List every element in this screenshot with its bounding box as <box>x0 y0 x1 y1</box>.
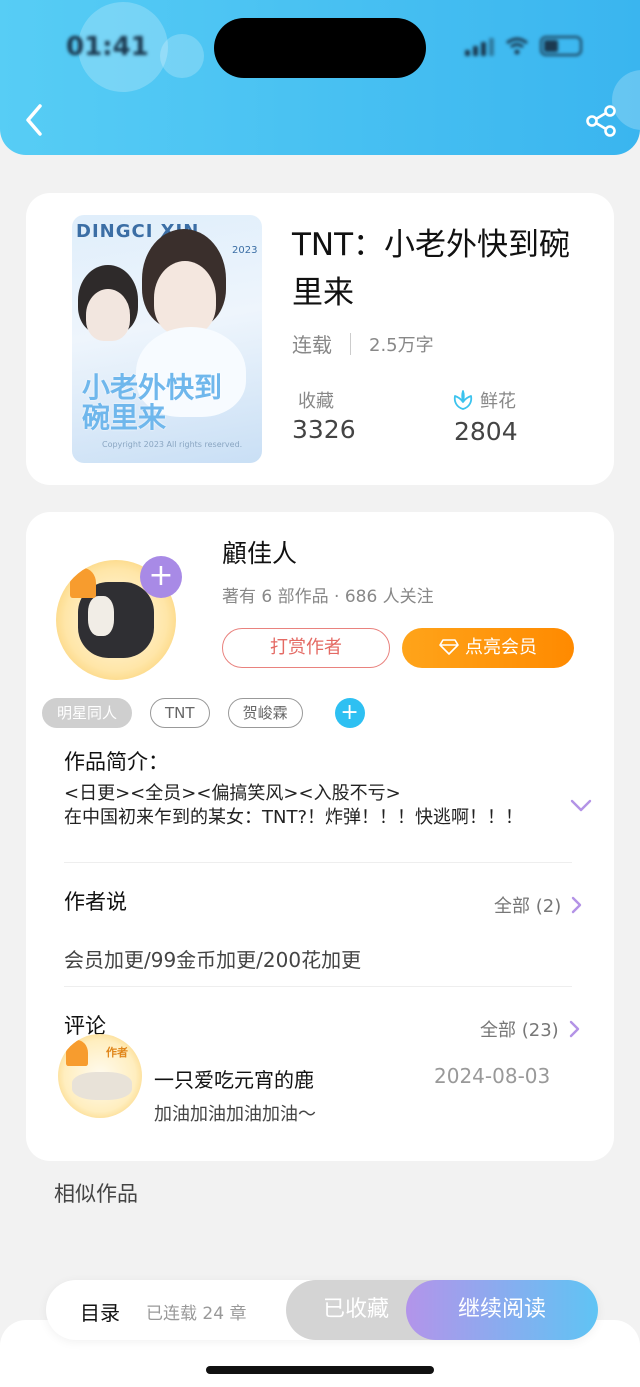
similar-works-title: 相似作品 <box>54 1182 138 1206</box>
comment-user: 一只爱吃元宵的鹿 <box>154 1068 314 1092</box>
author-says-all-label: 全部 (2) <box>494 896 562 917</box>
favorites-value: 3326 <box>292 415 356 444</box>
back-icon[interactable] <box>20 100 50 140</box>
follow-author-button[interactable]: + <box>140 556 182 598</box>
home-indicator <box>206 1366 434 1374</box>
intro-title: 作品简介： <box>64 750 169 774</box>
avatar-figure <box>88 596 114 636</box>
bottom-action-bar: 目录 已连载 24 章 已收藏 继续阅读 <box>46 1280 598 1340</box>
cover-copyright: Copyright 2023 All rights reserved. <box>102 440 243 449</box>
vip-button-label: 点亮会员 <box>465 637 537 658</box>
author-badge: 作者 <box>106 1046 128 1059</box>
tag-item[interactable]: TNT <box>150 698 210 728</box>
cover-year: 2023 <box>232 245 258 256</box>
author-says-all-link[interactable]: 全部 (2) <box>494 892 582 918</box>
book-word-count: 2.5万字 <box>369 334 434 356</box>
diamond-icon <box>439 639 459 655</box>
comment-text: 加油加油加油加油～ <box>154 1104 316 1125</box>
comments-all-label: 全部 (23) <box>480 1020 559 1041</box>
chevron-right-icon <box>572 896 582 914</box>
share-icon[interactable] <box>584 104 618 138</box>
tag-item[interactable]: 明星同人 <box>42 698 133 728</box>
divider <box>350 332 351 355</box>
wifi-icon <box>506 37 528 55</box>
avatar-decor <box>66 1040 88 1066</box>
flowers-label: 鲜花 <box>480 391 516 412</box>
chapter-count: 已连载 24 章 <box>146 1304 247 1324</box>
toc-button[interactable]: 目录 <box>80 1297 120 1326</box>
book-meta: 连载 2.5万字 <box>292 329 434 358</box>
vip-button[interactable]: 点亮会员 <box>402 628 574 668</box>
book-status: 连载 <box>292 333 332 357</box>
comment-date: 2024-08-03 <box>434 1064 551 1088</box>
status-icons <box>465 36 582 56</box>
battery-icon <box>540 36 582 56</box>
avatar-figure <box>72 1072 132 1100</box>
book-info-card: DINGCI XIN 2023 小老外快到碗里来 Copyright 2023 … <box>26 193 614 485</box>
author-info: 著有 6 部作品 · 686 人关注 <box>222 587 434 607</box>
flower-icon <box>453 390 473 410</box>
decor-bubble <box>160 34 204 78</box>
continue-reading-button[interactable]: 继续阅读 <box>406 1280 598 1340</box>
comments-all-link[interactable]: 全部 (23) <box>480 1016 580 1042</box>
favorites-label: 收藏 <box>298 391 334 412</box>
author-detail-card: + 顧佳人 著有 6 部作品 · 686 人关注 打赏作者 点亮会员 明星同人 … <box>26 512 614 1161</box>
author-says-text: 会员加更/99金币加更/200花加更 <box>64 948 362 972</box>
tag-list: 明星同人 TNT 贺峻霖 + <box>42 698 365 728</box>
intro-text: <日更><全员><偏搞笑风><入股不亏> 在中国初来乍到的某女：TNT?！炸弹！… <box>64 783 524 828</box>
book-title: TNT：小老外快到碗里来 <box>292 227 571 311</box>
header: 01:41 <box>0 0 640 155</box>
signal-icon <box>465 36 494 56</box>
divider <box>64 986 572 987</box>
commenter-avatar[interactable]: 作者 <box>58 1034 142 1118</box>
book-cover[interactable]: DINGCI XIN 2023 小老外快到碗里来 Copyright 2023 … <box>72 215 262 463</box>
dynamic-island <box>214 18 426 78</box>
flowers-value: 2804 <box>454 417 518 446</box>
tag-item[interactable]: 贺峻霖 <box>227 698 303 728</box>
avatar-decor <box>70 568 96 598</box>
reward-author-button[interactable]: 打赏作者 <box>222 628 390 668</box>
cover-title: 小老外快到碗里来 <box>82 371 223 434</box>
cover-figure <box>86 289 130 341</box>
author-says-title: 作者说 <box>64 890 127 914</box>
expand-chevron-icon[interactable] <box>570 798 592 814</box>
divider <box>64 862 572 863</box>
status-time: 01:41 <box>66 32 149 62</box>
cover-figure <box>154 261 216 335</box>
author-name[interactable]: 顧佳人 <box>222 534 297 570</box>
add-tag-button[interactable]: + <box>334 698 365 728</box>
chevron-right-icon <box>569 1020 579 1038</box>
